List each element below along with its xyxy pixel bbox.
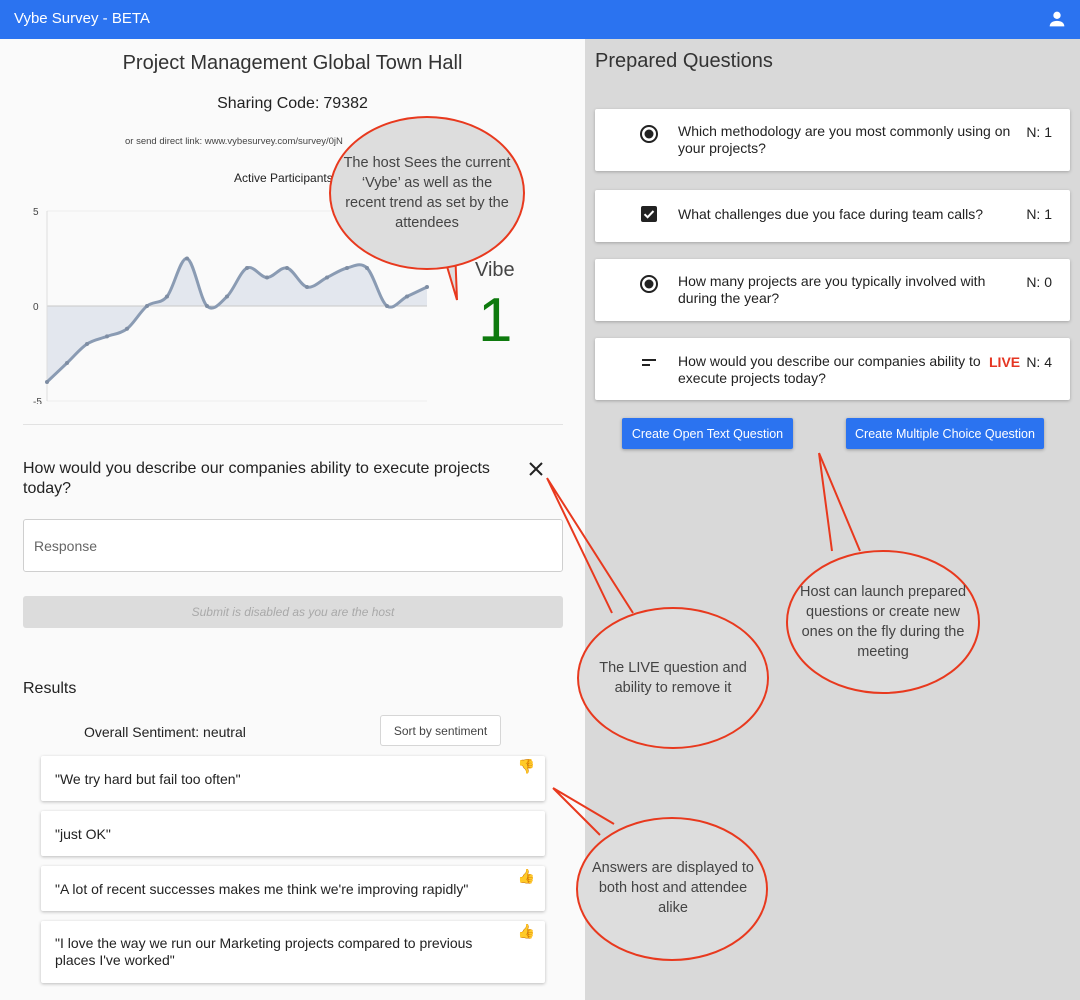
answer-card: "We try hard but fail too often" 👎 [41, 756, 545, 801]
sharing-code: Sharing Code: 79382 [0, 95, 585, 113]
app-bar: Vybe Survey - BETA [0, 0, 1080, 39]
radio-icon [640, 125, 658, 143]
chart-point [65, 361, 69, 365]
response-count: N: 0 [1026, 274, 1052, 290]
vibe-label: Vibe [475, 259, 515, 281]
chart-point [185, 256, 189, 261]
answer-text: "I love the way we run our Marketing pro… [55, 935, 473, 968]
prepared-questions-heading: Prepared Questions [595, 50, 773, 72]
host-panel: Project Management Global Town Hall Shar… [0, 39, 585, 1000]
chart-point [145, 304, 149, 308]
chart-point [345, 266, 349, 270]
chart-y-tick-label: -5 [33, 397, 42, 404]
response-count: N: 1 [1026, 206, 1052, 222]
response-count: N: 4 [1026, 354, 1052, 370]
chart-point [245, 266, 249, 270]
app-title: Vybe Survey - BETA [14, 10, 150, 27]
sort-by-sentiment-button[interactable]: Sort by sentiment [380, 715, 501, 746]
live-badge: LIVE [989, 354, 1021, 370]
chart-point [205, 304, 209, 308]
answer-card: "just OK" [41, 811, 545, 856]
question-text: What challenges due you face during team… [678, 206, 984, 222]
chart-point [105, 334, 109, 339]
chart-point [165, 294, 169, 299]
prepared-questions-panel: Prepared Questions Which methodology are… [585, 39, 1080, 1000]
answer-card: "A lot of recent successes makes me thin… [41, 866, 545, 911]
chart-point [305, 285, 309, 289]
vibe-value: 1 [478, 286, 513, 355]
chart-point [365, 266, 369, 270]
account-icon[interactable] [1046, 8, 1068, 30]
answer-text: "just OK" [55, 826, 111, 842]
chart-point [285, 266, 289, 270]
chart-point [425, 285, 429, 289]
thumbs-up-icon: 👍 [517, 923, 535, 939]
chart-point [385, 304, 389, 308]
overall-sentiment: Overall Sentiment: neutral [84, 724, 246, 740]
chart-point [125, 326, 129, 331]
chart-point [225, 294, 229, 299]
checkbox-icon [641, 206, 657, 222]
radio-icon [640, 275, 658, 293]
prepared-question-card[interactable]: How would you describe our companies abi… [595, 338, 1070, 400]
participants-label: Active Participants [234, 171, 333, 185]
sharing-code-value: 79382 [323, 95, 368, 112]
thumbs-down-icon: 👎 [517, 758, 535, 774]
event-title: Project Management Global Town Hall [122, 52, 463, 74]
divider [23, 424, 563, 425]
question-text: Which methodology are you most commonly … [678, 123, 1011, 156]
thumbs-up-icon: 👍 [517, 868, 535, 884]
chart-point [405, 294, 409, 299]
chart-y-tick-label: 5 [33, 207, 39, 218]
answer-text: "We try hard but fail too often" [55, 771, 241, 787]
vibe-trend-chart: 5 0 -5 [33, 207, 429, 404]
direct-link[interactable]: or send direct link: www.vybesurvey.com/… [125, 136, 343, 147]
chart-point [45, 380, 49, 384]
results-heading: Results [23, 680, 77, 697]
create-open-text-question-button[interactable]: Create Open Text Question [622, 418, 793, 449]
chart-point [265, 275, 269, 280]
live-question-text: How would you describe our companies abi… [23, 460, 490, 497]
prepared-question-card[interactable]: Which methodology are you most commonly … [595, 109, 1070, 171]
chart-area-fill [47, 258, 427, 382]
short-text-icon [642, 359, 656, 366]
question-text: How would you describe our companies abi… [678, 353, 981, 386]
sharing-code-label: Sharing Code: [217, 95, 320, 112]
answer-text: "A lot of recent successes makes me thin… [55, 881, 469, 897]
prepared-question-card[interactable]: How many projects are you typically invo… [595, 259, 1070, 321]
chart-point [85, 342, 89, 346]
chart-point [325, 275, 329, 280]
question-text: How many projects are you typically invo… [678, 273, 986, 306]
submit-button[interactable]: Submit is disabled as you are the host [23, 596, 563, 628]
answer-card: "I love the way we run our Marketing pro… [41, 921, 545, 983]
create-multiple-choice-question-button[interactable]: Create Multiple Choice Question [846, 418, 1044, 449]
prepared-question-card[interactable]: What challenges due you face during team… [595, 190, 1070, 242]
chart-y-tick-label: 0 [33, 302, 39, 313]
response-input[interactable] [23, 519, 563, 572]
close-icon[interactable] [527, 460, 545, 478]
response-count: N: 1 [1026, 124, 1052, 140]
